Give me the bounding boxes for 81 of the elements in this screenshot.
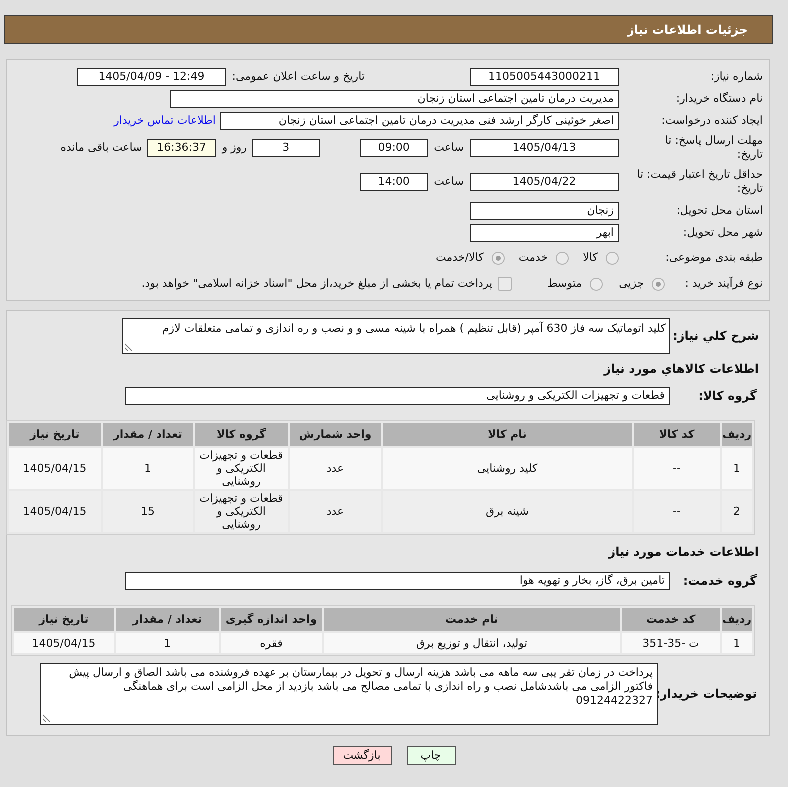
- table-cell: 1: [722, 448, 752, 489]
- table-cell: 1405/04/15: [9, 491, 101, 532]
- radio-label: جزیی: [619, 276, 644, 292]
- column-header: نام کالا: [383, 423, 632, 446]
- table-cell: --: [634, 448, 720, 489]
- remaining-time-field: 16:36:37: [147, 139, 216, 157]
- announce-date-field: 1405/04/09 - 12:49: [77, 68, 226, 86]
- field-label: طبقه بندی موضوعی:: [664, 251, 763, 265]
- table-cell: عدد: [290, 448, 381, 489]
- table-cell: 1: [722, 633, 752, 653]
- column-header: کد کالا: [634, 423, 720, 446]
- column-header: تاریخ نیاز: [14, 608, 114, 631]
- city-field: ابهر: [470, 224, 619, 242]
- column-header: تعداد / مقدار: [116, 608, 219, 631]
- table-cell: 15: [103, 491, 193, 532]
- field-label: توضیحات خریدار:: [658, 687, 757, 701]
- table-cell: --: [634, 491, 720, 532]
- section-heading: اطلاعات خدمات مورد نياز: [607, 544, 760, 560]
- table-cell: 1405/04/15: [9, 448, 101, 489]
- column-header: کد خدمت: [622, 608, 720, 631]
- buyer-notes-field[interactable]: پرداخت در زمان تقر یبی سه ماهه می باشد هزینه ارسال و تحویل در بیمارستان بر عهده فروشنده می باشد الصاق و ارسال پیش فاکتور الزامی می باشدشامل نصب و راه اندازی با تمامی مصالح می باشد بازدید از محل الزامی است برای هماهنگی 09124422327: [40, 663, 658, 725]
- price-validity-time-field: 14:00: [360, 173, 428, 191]
- table-cell: 1405/04/15: [14, 633, 114, 653]
- requester-field: اصغر خوئینی کارگر ارشد فنی مدیریت درمان تامین اجتماعی استان زنجان: [220, 112, 619, 130]
- days-field: 3: [252, 139, 320, 157]
- price-validity-date-field: 1405/04/22: [470, 173, 619, 191]
- section-heading: اطلاعات کالاهاي مورد نياز: [602, 361, 760, 377]
- resize-grip-icon[interactable]: [43, 714, 51, 722]
- field-label: تاریخ و ساعت اعلان عمومی:: [232, 68, 365, 85]
- column-header: ردیف: [722, 423, 752, 446]
- back-button[interactable]: بازگشت: [332, 746, 392, 765]
- page-title: جزئیات اطلاعات نیاز: [627, 22, 748, 38]
- field-label: شرح کلي نياز:: [672, 329, 759, 343]
- field-label: مهلت ارسال پاسخ: تا تاریخ:: [664, 134, 763, 162]
- field-label: نوع فرآیند خرید :: [685, 276, 763, 292]
- field-label: ساعت: [434, 174, 464, 190]
- table-cell: ت -35-351: [622, 633, 720, 653]
- field-label: حداقل تاریخ اعتبار قیمت: تا تاریخ:: [636, 168, 763, 196]
- table-cell: فقره: [221, 633, 322, 653]
- field-label: ساعت: [434, 140, 464, 156]
- field-label: روز و: [222, 140, 248, 156]
- field-label: ایجاد کننده درخواست:: [660, 114, 763, 128]
- table-cell: 1: [103, 448, 193, 489]
- field-label: شماره نیاز:: [710, 70, 763, 84]
- buyer-contact-link[interactable]: اطلاعات تماس خریدار: [114, 112, 216, 130]
- resize-grip-icon[interactable]: [125, 343, 133, 351]
- field-label: ساعت باقی مانده: [60, 140, 142, 156]
- field-label: استان محل تحویل:: [676, 204, 763, 218]
- radio-label: کالا: [583, 250, 598, 266]
- radio-label: متوسط: [548, 276, 582, 292]
- goods-group-field: قطعات و تجهیزات الکتریکی و روشنایی: [125, 387, 670, 405]
- column-header: واحد شمارش: [290, 423, 381, 446]
- province-field: زنجان: [470, 202, 619, 220]
- column-header: ردیف: [722, 608, 752, 631]
- need-number-field: 1105005443000211: [470, 68, 619, 86]
- table-cell: کلید روشنایی: [383, 448, 632, 489]
- radio-label: خدمت: [518, 250, 548, 266]
- column-header: نام خدمت: [324, 608, 620, 631]
- deadline-date-field: 1405/04/13: [470, 139, 619, 157]
- column-header: گروه کالا: [195, 423, 288, 446]
- column-header: واحد اندازه گیری: [221, 608, 322, 631]
- buyer-org-field: مدیریت درمان تامین اجتماعی استان زنجان: [170, 90, 619, 108]
- table-cell: 2: [722, 491, 752, 532]
- field-label: نام دستگاه خریدار:: [675, 92, 763, 106]
- field-label: شهر محل تحویل:: [682, 226, 763, 240]
- deadline-time-field: 09:00: [360, 139, 428, 157]
- checkbox-label: پرداخت تمام یا بخشی از مبلغ خرید،از محل "اسناد خزانه اسلامی" خواهد بود.: [142, 276, 493, 292]
- table-cell: قطعات و تجهیزات الکتریکی و روشنایی: [195, 491, 288, 532]
- service-group-field: تامین برق، گاز، بخار و تهویه هوا: [125, 572, 670, 590]
- field-label: گروه خدمت:: [682, 574, 757, 588]
- radio-label: کالا/خدمت: [436, 250, 484, 266]
- column-header: تعداد / مقدار: [103, 423, 193, 446]
- column-header: تاریخ نیاز: [9, 423, 101, 446]
- table-cell: شینه برق: [383, 491, 632, 532]
- need-description-field[interactable]: کلید اتوماتیک سه فاز 630 آمپر (قابل تنظیم ) همراه با شینه مسی و و نصب و ره اندازی و تمامی متعلقات لازم: [122, 318, 670, 354]
- table-cell: عدد: [290, 491, 381, 532]
- table-cell: 1: [116, 633, 219, 653]
- print-button[interactable]: چاپ: [406, 746, 456, 765]
- table-cell: تولید، انتقال و توزیع برق: [324, 633, 620, 653]
- table-cell: قطعات و تجهیزات الکتریکی و روشنایی: [195, 448, 288, 489]
- field-label: گروه کالا:: [698, 389, 757, 403]
